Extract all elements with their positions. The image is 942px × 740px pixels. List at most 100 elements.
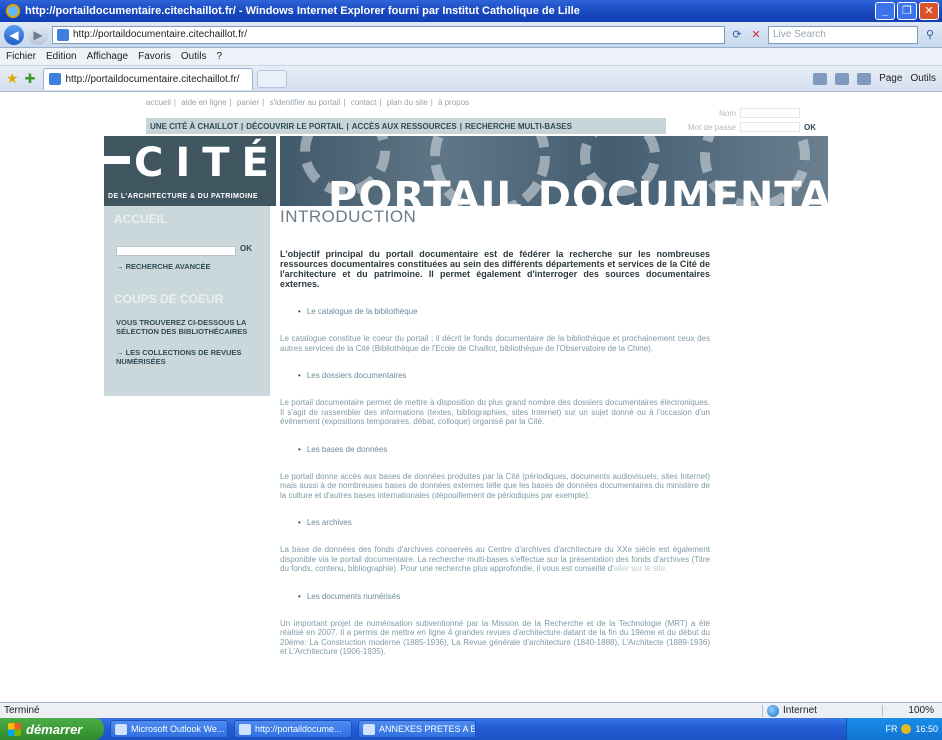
nav-decouvrir[interactable]: DÉCOUVRIR LE PORTAIL [246, 122, 343, 131]
section-heading: Les archives [298, 518, 710, 527]
cite-logo[interactable]: CITÉ DE L'ARCHITECTURE & DU PATRIMOINE [104, 136, 276, 206]
task-ie[interactable]: http://portaildocume... [234, 720, 352, 738]
page-icon [57, 28, 69, 41]
menu-help[interactable]: ? [216, 51, 222, 62]
maximize-button[interactable]: ❐ [897, 2, 917, 20]
main-content: INTRODUCTION L'objectif principal du por… [280, 206, 710, 657]
section-text: Le portail donne accès aux bases de donn… [280, 471, 710, 500]
section-heading: Le catalogue de la bibliothèque [298, 307, 710, 316]
menu-edition[interactable]: Edition [46, 51, 77, 62]
task-label: Microsoft Outlook We... [131, 724, 225, 734]
windows-flag-icon [8, 722, 21, 736]
zoom-level[interactable]: 100% [882, 705, 942, 716]
minimize-button[interactable]: _ [875, 2, 895, 20]
top-links: accueil | aide en ligne | panier | s'identi… [146, 98, 470, 107]
page-title: INTRODUCTION [280, 207, 417, 226]
task-outlook[interactable]: Microsoft Outlook We... [110, 720, 228, 738]
logo-bar [104, 156, 130, 164]
search-icon[interactable]: ⚲ [922, 27, 938, 43]
globe-icon [767, 704, 779, 717]
page-menu[interactable]: Page [879, 73, 902, 84]
link-contact[interactable]: contact [351, 98, 377, 107]
nav-cite[interactable]: UNE CITÉ À CHAILLOT [150, 122, 238, 131]
taskbar: démarrer Microsoft Outlook We... http://… [0, 718, 942, 740]
menu-outils[interactable]: Outils [181, 51, 207, 62]
password-label: Mot de passe [687, 122, 736, 132]
link-apropos[interactable]: à propos [438, 98, 469, 107]
nav-recherche[interactable]: RECHERCHE MULTI-BASES [465, 122, 572, 131]
window-title: http://portaildocumentaire.citechaillot.… [25, 5, 580, 17]
home-icon[interactable] [813, 72, 828, 85]
username-label: Nom [719, 108, 736, 118]
menu-affichage[interactable]: Affichage [87, 51, 129, 62]
status-text: Terminé [4, 705, 40, 716]
tray-icon[interactable] [901, 724, 912, 734]
ie-icon [239, 723, 251, 735]
start-button[interactable]: démarrer [0, 718, 104, 740]
collections-link[interactable]: → LES COLLECTIONS DE REVUES NUMÉRISÉES [116, 348, 266, 366]
sidebar-selection-text: VOUS TROUVEREZ CI-DESSOUS LA SÉLECTION D… [116, 318, 248, 336]
outlook-icon [115, 723, 127, 735]
language-indicator[interactable]: FR [885, 724, 897, 734]
status-bar: Terminé Internet 100% [0, 702, 942, 718]
forward-button[interactable]: ▶ [28, 24, 48, 45]
advanced-search-link[interactable]: → RECHERCHE AVANCÉE [116, 262, 266, 271]
tools-menu[interactable]: Outils [910, 73, 936, 84]
section-heading: Les documents numérisés [298, 592, 710, 601]
link-identifier[interactable]: s'identifier au portail [269, 98, 340, 107]
page-viewport: accueil | aide en ligne | panier | s'identi… [0, 92, 942, 702]
sidebar-coups-de-coeur: COUPS DE COEUR [114, 292, 224, 306]
url-field[interactable]: http://portaildocumentaire.citechaillot.… [52, 25, 725, 44]
login-form: Nom Mot de passe OK [680, 106, 830, 134]
sidebar-search-ok[interactable]: OK [240, 244, 252, 253]
banner-title: PORTAIL DOCUMENTAIRE [328, 174, 828, 206]
section-text: Un important projet de numérisation subv… [280, 618, 710, 657]
search-input[interactable]: Live Search [768, 25, 918, 44]
username-field[interactable] [740, 108, 800, 118]
archives-site-link[interactable]: aller sur le site. [614, 564, 668, 573]
new-tab-button[interactable] [257, 69, 288, 88]
sidebar: ACCUEIL OK → RECHERCHE AVANCÉE COUPS DE … [104, 206, 270, 396]
section-text: La base de données des fonds d'archives … [280, 545, 710, 574]
window-titlebar: http://portaildocumentaire.citechaillot.… [0, 0, 942, 22]
stop-icon[interactable]: ✕ [748, 27, 764, 43]
portal-banner: PORTAIL DOCUMENTAIRE [280, 136, 828, 206]
nav-acces[interactable]: ACCÈS AUX RESSOURCES [352, 122, 457, 131]
start-label: démarrer [26, 721, 83, 737]
link-plan[interactable]: plan du site [387, 98, 428, 107]
feeds-icon[interactable] [835, 72, 850, 85]
logo-subtitle: DE L'ARCHITECTURE & DU PATRIMOINE [108, 193, 258, 200]
link-aide[interactable]: aide en ligne [181, 98, 226, 107]
tab-bar: ★ ✚ http://portaildocumentaire.citechail… [0, 66, 942, 92]
close-button[interactable]: ✕ [919, 2, 939, 20]
menu-favoris[interactable]: Favoris [138, 51, 171, 62]
section-text: Le catalogue constitue le coeur du porta… [280, 334, 710, 353]
favorites-star-icon[interactable]: ★ [6, 70, 19, 87]
back-button[interactable]: ◀ [4, 24, 24, 45]
intro-paragraph: L'objectif principal du portail document… [280, 249, 710, 289]
section-text: Le portail documentaire permet de mettre… [280, 398, 710, 426]
logo-word: CITÉ [134, 140, 276, 186]
menu-fichier[interactable]: Fichier [6, 51, 36, 62]
password-field[interactable] [740, 122, 800, 132]
clock: 16:50 [915, 724, 938, 734]
section-heading: Les dossiers documentaires [298, 371, 710, 380]
login-ok-button[interactable]: OK [804, 123, 816, 132]
url-text: http://portaildocumentaire.citechaillot.… [73, 29, 247, 40]
security-zone[interactable]: Internet [762, 704, 882, 717]
refresh-icon[interactable]: ⟳ [729, 27, 745, 43]
section-heading: Les bases de données [298, 445, 710, 454]
print-icon[interactable] [857, 72, 872, 85]
address-toolbar: ◀ ▶ http://portaildocumentaire.citechail… [0, 22, 942, 48]
tab-page-icon [49, 73, 62, 85]
sidebar-accueil: ACCUEIL [114, 212, 168, 226]
site-nav: UNE CITÉ À CHAILLOT | DÉCOUVRIR LE PORTAI… [146, 118, 666, 134]
link-panier[interactable]: panier [237, 98, 259, 107]
task-annexes[interactable]: ANNEXES PRETES A E... [358, 720, 476, 738]
link-accueil[interactable]: accueil [146, 98, 171, 107]
zone-label: Internet [783, 705, 817, 716]
add-favorites-icon[interactable]: ✚ [25, 71, 36, 87]
sidebar-search-input[interactable] [116, 246, 236, 256]
tab-label: http://portaildocumentaire.citechaillot.… [65, 73, 240, 85]
tab-portail[interactable]: http://portaildocumentaire.citechaillot.… [43, 67, 254, 90]
